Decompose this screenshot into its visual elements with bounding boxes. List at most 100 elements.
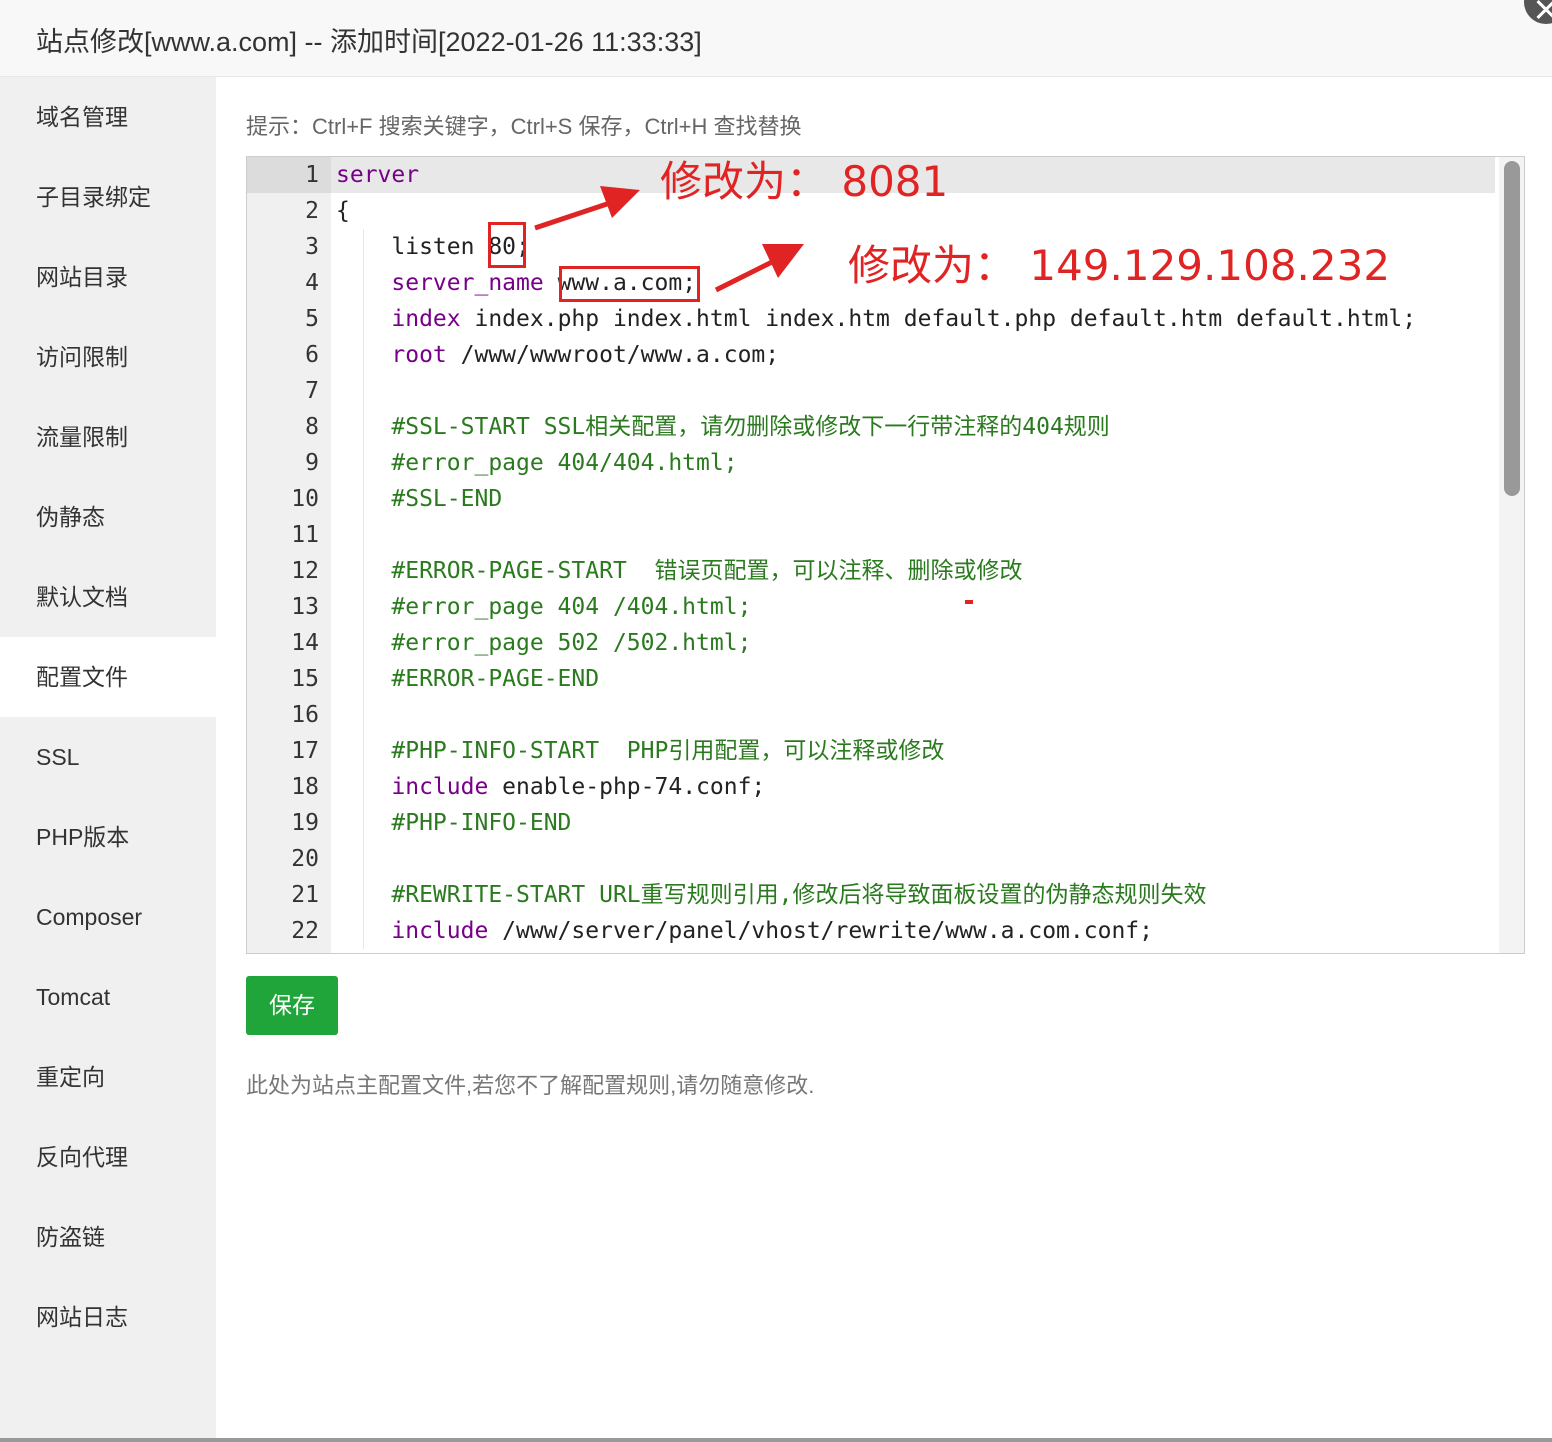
line-number: 10 (291, 486, 319, 512)
code-line: 13 #error_page 404 /404.html; (247, 589, 1497, 625)
sidebar-item[interactable]: 默认文档 (0, 557, 216, 637)
indent-guide (363, 265, 364, 301)
line-number: 18 (291, 774, 319, 800)
indent-guide (363, 373, 364, 409)
indent-guide (363, 517, 364, 553)
code-token: server (336, 162, 420, 188)
line-number: 15 (291, 666, 319, 692)
code-line: 9 #error_page 404/404.html; (247, 445, 1497, 481)
sidebar-item[interactable]: 重定向 (0, 1037, 216, 1117)
sidebar-item[interactable]: 流量限制 (0, 397, 216, 477)
code-token: #ERROR-PAGE-START 错误页配置，可以注释、删除或修改 (336, 558, 1023, 584)
indent-guide (363, 337, 364, 373)
line-number: 5 (305, 306, 319, 332)
sidebar-item[interactable]: 防盗链 (0, 1197, 216, 1277)
code-line: 8 #SSL-START SSL相关配置，请勿删除或修改下一行带注释的404规则 (247, 409, 1497, 445)
code-text: include enable-php-74.conf; (336, 769, 765, 805)
code-text: #REWRITE-START URL重写规则引用,修改后将导致面板设置的伪静态规… (336, 877, 1207, 913)
line-number: 8 (305, 414, 319, 440)
sidebar-item[interactable]: 伪静态 (0, 477, 216, 557)
code-line: 15 #ERROR-PAGE-END (247, 661, 1497, 697)
code-line: 16 (247, 697, 1497, 733)
indent-guide (363, 625, 364, 661)
line-number: 12 (291, 558, 319, 584)
code-line: 11 (247, 517, 1497, 553)
code-line: 7 (247, 373, 1497, 409)
line-number: 16 (291, 702, 319, 728)
code-token: index.php index.html index.htm default.p… (460, 306, 1417, 332)
code-token: #error_page 502 /502.html; (336, 630, 752, 656)
sidebar-item[interactable]: 反向代理 (0, 1117, 216, 1197)
arrow-annotation-port (534, 186, 640, 231)
line-number: 1 (305, 162, 319, 188)
code-text: #PHP-INFO-END (336, 805, 571, 841)
code-text: #ERROR-PAGE-END (336, 661, 599, 697)
line-number: 2 (305, 198, 319, 224)
sidebar-item[interactable]: 网站目录 (0, 237, 216, 317)
code-text: #error_page 502 /502.html; (336, 625, 751, 661)
sidebar-item[interactable]: Composer (0, 877, 216, 957)
code-token: root (391, 342, 447, 368)
line-number: 14 (291, 630, 319, 656)
code-line: 22 include /www/server/panel/vhost/rewri… (247, 913, 1497, 949)
code-line: 5 index index.php index.html index.htm d… (247, 301, 1497, 337)
save-button[interactable]: 保存 (246, 976, 338, 1035)
code-token: /www/wwwroot/www.a.com; (446, 342, 780, 368)
title-bar: 站点修改[www.a.com] -- 添加时间[2022-01-26 11:33… (0, 0, 1552, 77)
code-text: root /www/wwwroot/www.a.com; (336, 337, 779, 373)
sidebar: 域名管理 子目录绑定 网站目录 访问限制 流量限制 伪静态 默认文档 配置文件 SSL PHP版本… (0, 77, 216, 1442)
sidebar-item[interactable]: 域名管理 (0, 77, 216, 157)
sidebar-item[interactable]: PHP版本 (0, 797, 216, 877)
line-number: 22 (291, 918, 319, 944)
line-number: 6 (305, 342, 319, 368)
code-text: server (336, 157, 419, 193)
indent-guide (363, 409, 364, 445)
code-token: enable-php-74.conf; (488, 774, 766, 800)
code-text: index index.php index.html index.htm def… (336, 301, 1416, 337)
code-line: 6 root /www/wwwroot/www.a.com; (247, 337, 1497, 373)
code-token: /www/server/panel/vhost/rewrite/www.a.co… (488, 918, 1153, 944)
code-line: 20 (247, 841, 1497, 877)
indent-guide (363, 589, 364, 625)
code-token: #error_page 404 /404.html; (336, 594, 752, 620)
code-token: include (391, 774, 489, 800)
code-line: 12 #ERROR-PAGE-START 错误页配置，可以注释、删除或修改 (247, 553, 1497, 589)
code-text: #error_page 404 /404.html; (336, 589, 751, 625)
code-line: 17 #PHP-INFO-START PHP引用配置，可以注释或修改 (247, 733, 1497, 769)
code-token: #REWRITE-START URL重写规则引用,修改后将导致面板设置的伪静态规… (336, 882, 1207, 908)
line-number: 11 (291, 522, 319, 548)
sidebar-item[interactable]: Tomcat (0, 957, 216, 1037)
indent-guide (363, 697, 364, 733)
indent-guide (363, 841, 364, 877)
sidebar-item[interactable]: 配置文件 (0, 637, 216, 717)
indent-guide (363, 553, 364, 589)
sidebar-item[interactable]: 访问限制 (0, 317, 216, 397)
scroll-thumb[interactable] (1504, 161, 1520, 496)
editor-scrollbar[interactable] (1499, 157, 1524, 953)
editor-hint: 提示：Ctrl+F 搜索关键字，Ctrl+S 保存，Ctrl+H 查找替换 (246, 114, 802, 139)
sidebar-item[interactable]: SSL (0, 717, 216, 797)
code-text: include /www/server/panel/vhost/rewrite/… (336, 913, 1153, 949)
line-number: 9 (305, 450, 319, 476)
annotation-server-name: 修改为： 149.129.108.232 (848, 241, 1391, 290)
code-token: { (336, 198, 350, 224)
line-number: 4 (305, 270, 319, 296)
code-line: 19 #PHP-INFO-END (247, 805, 1497, 841)
window-title: 站点修改[www.a.com] -- 添加时间[2022-01-26 11:33… (36, 27, 702, 57)
line-number: 17 (291, 738, 319, 764)
code-text: #SSL-START SSL相关配置，请勿删除或修改下一行带注释的404规则 (336, 409, 1109, 445)
code-text: #error_page 404/404.html; (336, 445, 737, 481)
indent-guide (363, 301, 364, 337)
sidebar-item[interactable]: 网站日志 (0, 1277, 216, 1357)
code-line: 21 #REWRITE-START URL重写规则引用,修改后将导致面板设置的伪… (247, 877, 1497, 913)
code-text: #PHP-INFO-START PHP引用配置，可以注释或修改 (336, 733, 944, 769)
sidebar-item[interactable]: 子目录绑定 (0, 157, 216, 237)
port-highlight-box (488, 222, 526, 268)
server-name-highlight-box (559, 266, 700, 302)
code-token: #PHP-INFO-START PHP引用配置，可以注释或修改 (336, 738, 945, 764)
code-line: 10 #SSL-END (247, 481, 1497, 517)
line-number: 7 (305, 378, 319, 404)
indent-guide (363, 445, 364, 481)
code-text: { (336, 193, 350, 229)
line-number: 20 (291, 846, 319, 872)
